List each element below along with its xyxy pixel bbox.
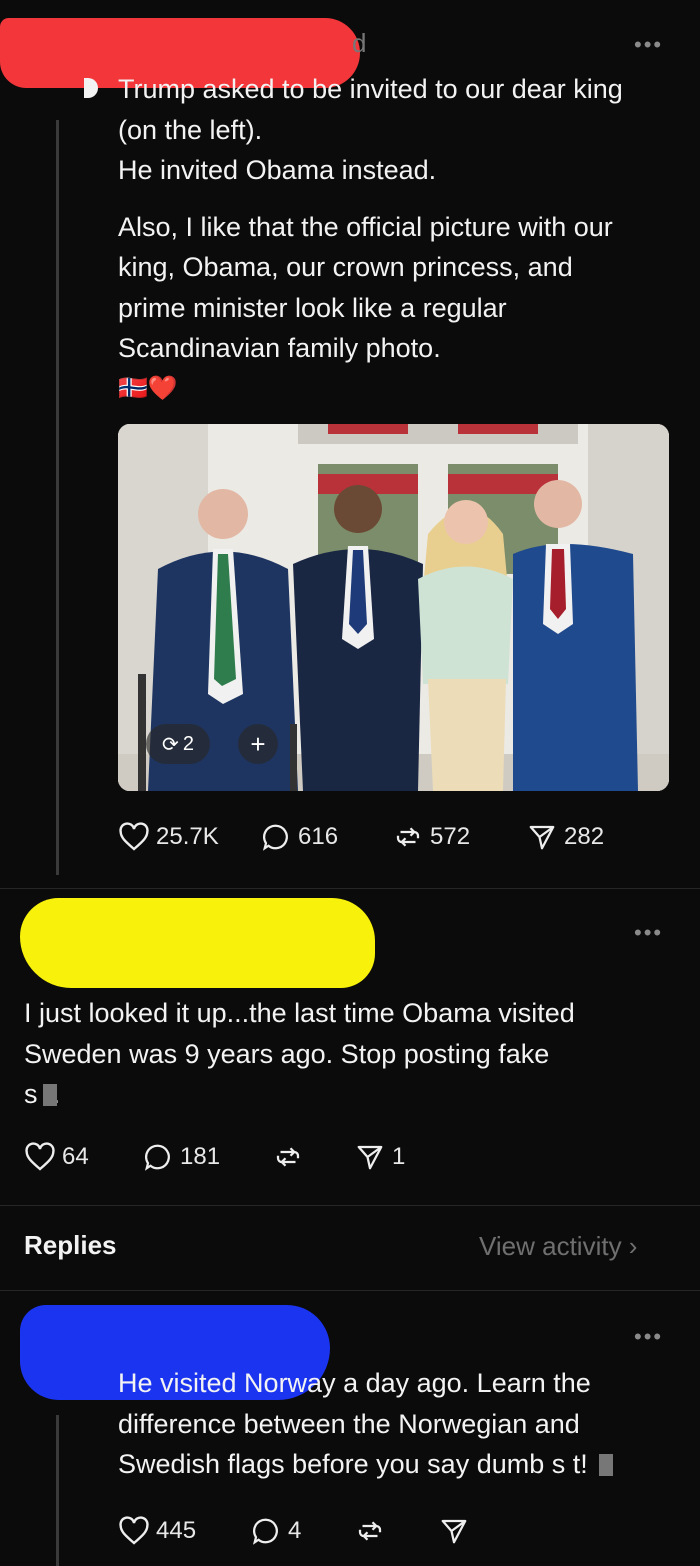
repost-button[interactable]: 572 (392, 822, 526, 852)
like-count: 445 (156, 1517, 197, 1544)
repost-small-icon: ⟳ (162, 733, 179, 756)
more-options-icon[interactable]: ••• (634, 920, 663, 946)
replies-heading: Replies (24, 1230, 117, 1260)
heart-icon (119, 822, 149, 851)
like-button[interactable]: 64 (24, 1142, 142, 1172)
comment-text-line: I just looked it up...the last time Obam… (24, 998, 575, 1028)
comment-count: 4 (288, 1517, 302, 1544)
like-button[interactable]: 25.7K (118, 822, 260, 852)
repost-icon (276, 1147, 300, 1167)
like-count: 64 (62, 1143, 89, 1170)
redacted-username (20, 898, 375, 988)
repost-button[interactable] (272, 1142, 354, 1172)
add-button[interactable]: + (238, 724, 278, 764)
repost-button[interactable] (354, 1516, 438, 1546)
post-text-line: prime minister look like a regular (118, 292, 507, 323)
comment-text: I just looked it up...the last time Obam… (24, 993, 664, 1115)
repost-icon (396, 827, 420, 847)
repost-count-chip[interactable]: ⟳ 2 (146, 724, 210, 764)
post-text-line: (on the left). (118, 114, 263, 145)
post-text-line: Scandinavian family photo. (118, 333, 441, 363)
repost-count: 572 (430, 823, 471, 850)
divider (0, 888, 700, 889)
comment-count: 181 (180, 1143, 221, 1170)
view-activity-link[interactable]: View activity › (479, 1231, 637, 1262)
reply-text-line: He visited Norway a day ago. Learn the (118, 1368, 591, 1398)
censor-blur (599, 1454, 613, 1476)
post-text-line: Trump asked to be invited to our dear ki… (118, 74, 623, 104)
share-button[interactable]: 1 (354, 1142, 405, 1172)
comment-count: 616 (298, 823, 339, 850)
repost-chip-count: 2 (182, 732, 194, 755)
post-photo[interactable]: ⟳ 2 + (118, 424, 669, 791)
censor-blur (43, 1084, 57, 1106)
repost-icon (358, 1521, 382, 1541)
thread-line (56, 1415, 59, 1566)
emoji-line: 🇳🇴❤️ (118, 374, 178, 402)
more-options-icon[interactable]: ••• (634, 32, 663, 58)
send-icon (529, 825, 555, 850)
share-button[interactable] (438, 1516, 470, 1546)
comment-button[interactable]: 181 (142, 1142, 272, 1172)
divider (0, 1290, 700, 1291)
send-icon (357, 1145, 383, 1170)
share-count: 282 (564, 823, 605, 850)
comment-icon (262, 824, 288, 851)
comment-actions: 64 181 1 (24, 1142, 444, 1172)
post-text-line: He invited Obama instead. (118, 155, 437, 185)
post-text-line: king, Obama, our crown princess, and (118, 252, 573, 282)
post-text: Trump asked to be invited to our dear ki… (118, 69, 688, 409)
avatar[interactable] (84, 78, 98, 98)
comment-icon (144, 1144, 170, 1171)
username-suffix: d (352, 28, 367, 58)
like-count: 25.7K (156, 823, 219, 850)
like-button[interactable]: 445 (118, 1516, 250, 1546)
comment-icon (252, 1518, 278, 1545)
comment-text-line: s t. (24, 1079, 61, 1109)
share-button[interactable]: 282 (526, 822, 604, 852)
reply-actions: 445 4 (118, 1516, 518, 1546)
reply-text-line: difference between the Norwegian and (118, 1408, 580, 1439)
comment-button[interactable]: 4 (250, 1516, 354, 1546)
thread-line (56, 120, 59, 875)
post-actions: 25.7K 616 572 282 (118, 822, 678, 852)
heart-icon (119, 1516, 149, 1545)
comment-button[interactable]: 616 (260, 822, 392, 852)
divider (0, 1205, 700, 1206)
send-icon (441, 1519, 467, 1544)
comment-text-line: Sweden was 9 years ago. Stop posting fak… (24, 1038, 550, 1069)
heart-icon (25, 1142, 55, 1171)
more-options-icon[interactable]: ••• (634, 1324, 663, 1350)
share-count: 1 (392, 1143, 406, 1170)
post-text-line: Also, I like that the official picture w… (118, 211, 613, 242)
